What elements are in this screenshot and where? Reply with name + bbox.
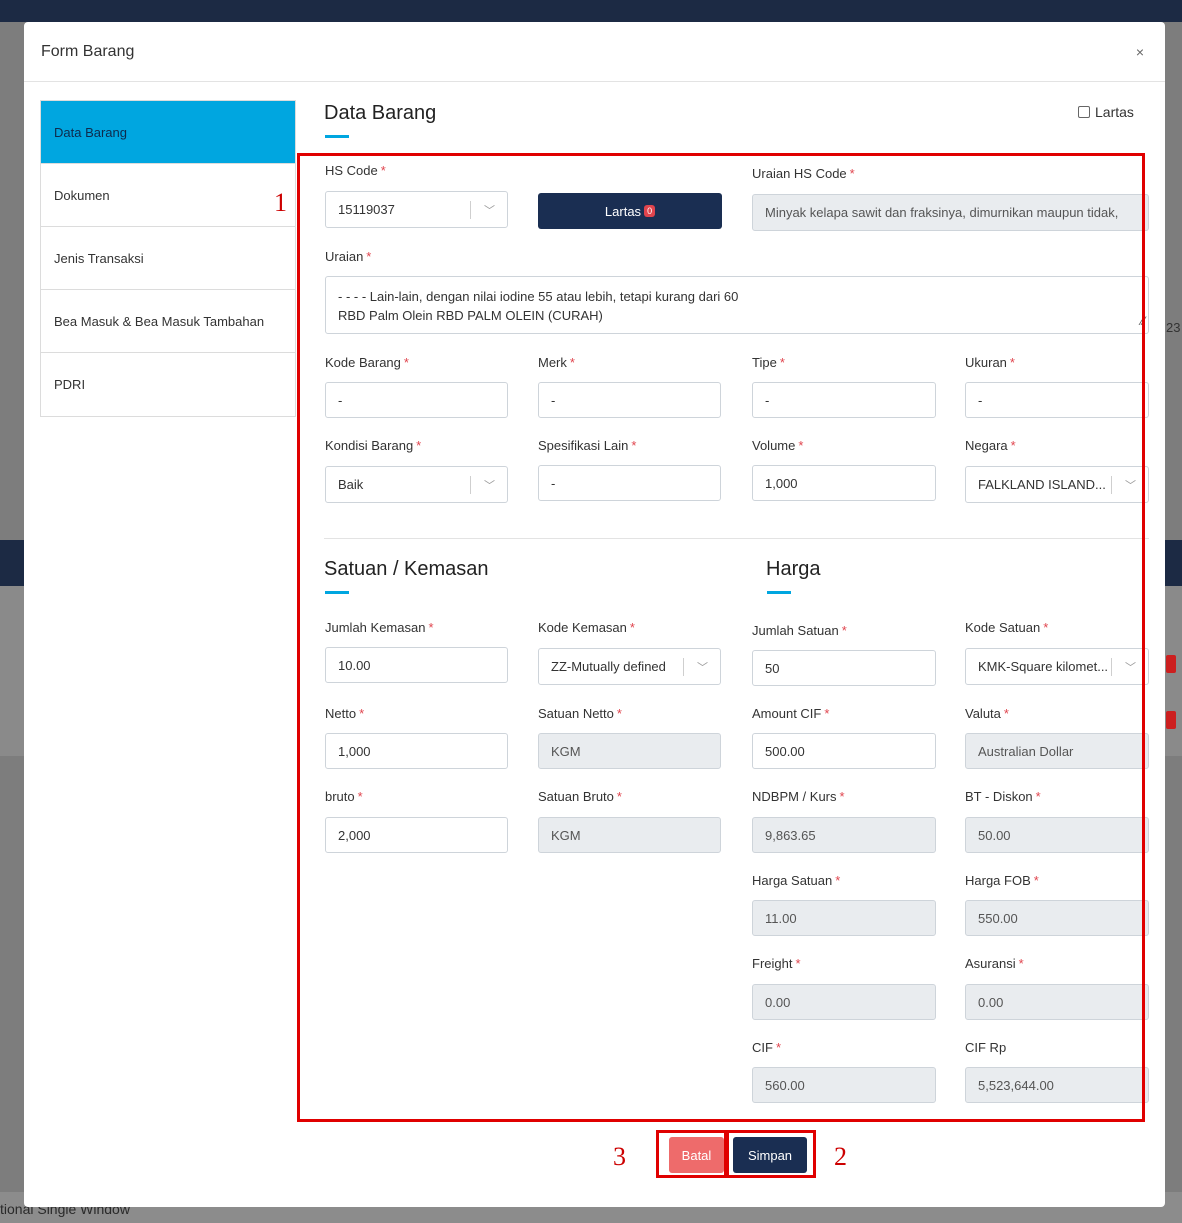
background-delete-badge bbox=[1166, 655, 1176, 673]
nav-item-pdri[interactable]: PDRI bbox=[41, 353, 295, 416]
annotation-frame-form bbox=[297, 153, 1145, 1122]
nav-item-bea-masuk[interactable]: Bea Masuk & Bea Masuk Tambahan bbox=[41, 290, 295, 353]
annotation-number-1: 1 bbox=[274, 188, 287, 217]
annotation-number-3: 3 bbox=[613, 1142, 626, 1171]
background-text-fragment: 23 bbox=[1166, 320, 1181, 335]
title-underline bbox=[325, 135, 349, 138]
modal-header: Form Barang × bbox=[24, 22, 1165, 82]
form-side-nav: Data Barang Dokumen Jenis Transaksi Bea … bbox=[40, 100, 296, 417]
lartas-checkbox-label: Lartas bbox=[1095, 104, 1134, 120]
nav-item-dokumen[interactable]: Dokumen bbox=[41, 164, 295, 227]
lartas-checkbox[interactable]: Lartas bbox=[1078, 104, 1134, 120]
modal-title: Form Barang bbox=[41, 42, 135, 60]
annotation-frame-batal bbox=[656, 1130, 727, 1178]
annotation-frame-simpan bbox=[726, 1130, 816, 1178]
close-icon[interactable]: × bbox=[1136, 44, 1144, 60]
nav-item-jenis-transaksi[interactable]: Jenis Transaksi bbox=[41, 227, 295, 290]
form-barang-modal: Form Barang × Data Barang Dokumen Jenis … bbox=[24, 22, 1165, 1207]
section-title-data-barang: Data Barang bbox=[324, 102, 437, 124]
annotation-number-2: 2 bbox=[834, 1142, 847, 1171]
background-navbar bbox=[0, 0, 1182, 22]
nav-item-data-barang[interactable]: Data Barang bbox=[41, 101, 295, 164]
checkbox-box[interactable] bbox=[1078, 106, 1090, 118]
background-delete-badge bbox=[1166, 711, 1176, 729]
